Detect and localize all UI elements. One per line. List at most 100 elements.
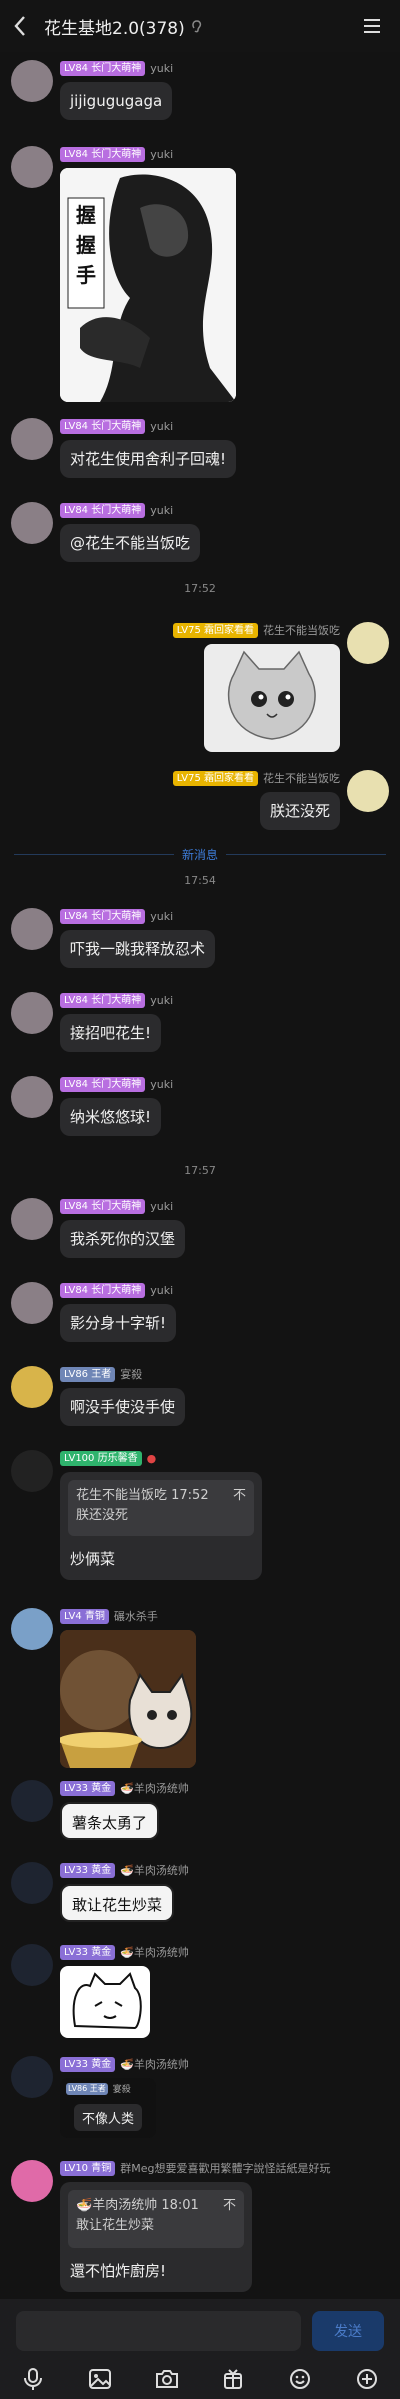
message-bubble[interactable]: 对花生使用舍利子回魂! [60, 440, 237, 478]
level-badge: LV75 霜回家看看 [172, 622, 258, 638]
cat-sticker[interactable] [204, 644, 340, 752]
sender-name: 花生不能当饭吃 [263, 624, 340, 637]
sender-meta: LV84 长门大萌神 yuki [60, 502, 173, 518]
avatar[interactable] [11, 1282, 53, 1324]
cat-face-illustration [227, 650, 316, 740]
message-item: LV33 黄金 🍜羊肉汤统帅 敢让花生炒菜 [0, 1858, 400, 1928]
level-badge: LV84 长门大萌神 [60, 146, 146, 162]
quote-body: 朕还没死 [76, 1508, 129, 1523]
message-bubble[interactable]: 啊没手使没手使 [60, 1388, 186, 1426]
message-item: LV84 长门大萌神 yuki 我杀死你的汉堡 [0, 1194, 400, 1264]
avatar[interactable] [347, 770, 389, 812]
message-input[interactable] [16, 2311, 301, 2351]
avatar[interactable] [11, 908, 53, 950]
message-bubble[interactable]: 敢让花生炒菜 [60, 1884, 175, 1922]
level-badge: LV84 长门大萌神 [60, 1282, 146, 1298]
manga-image[interactable]: 握握手 [60, 168, 236, 402]
strawberry-icon: ● [146, 1451, 157, 1465]
menu-icon [364, 19, 380, 33]
send-button[interactable]: 发送 [312, 2311, 384, 2351]
sender-name: 🍜羊肉汤统帅 [120, 1864, 189, 1877]
message-bubble[interactable]: 纳米悠悠球! [60, 1098, 162, 1136]
sender-name: 碾水杀手 [113, 1610, 158, 1623]
level-badge: LV4 青铜 [60, 1608, 109, 1624]
message-item: LV84 长门大萌神 yuki jijigugugaga [0, 56, 400, 126]
avatar[interactable] [11, 1076, 53, 1118]
image-icon[interactable] [86, 2365, 114, 2393]
sender-meta: LV84 长门大萌神 yuki [60, 1076, 173, 1092]
message-item: LV4 青铜 碾水杀手 [0, 1604, 400, 1774]
quote-close: 不 [222, 2198, 236, 2213]
avatar[interactable] [11, 418, 53, 460]
message-bubble[interactable]: 朕还没死 [259, 792, 340, 830]
avatar[interactable] [11, 1450, 53, 1492]
sender-name: 🍜羊肉汤统帅 [120, 2058, 189, 2071]
avatar[interactable] [11, 146, 53, 188]
cat-meme-sticker[interactable] [60, 1966, 150, 2038]
message-bubble[interactable]: jijigugugaga [60, 82, 173, 120]
cooking-illustration [60, 1630, 196, 1768]
gift-icon[interactable] [219, 2365, 247, 2393]
message-item: LV84 长门大萌神 yuki 对花生使用舍利子回魂! [0, 414, 400, 484]
sender-name: yuki [150, 1199, 174, 1213]
quoted-sender: LV86 王者 宴殺 [66, 2082, 131, 2095]
level-badge: LV33 黄金 [60, 2056, 116, 2072]
mic-icon[interactable] [19, 2365, 47, 2393]
message-item: LV33 黄金 🍜羊肉汤统帅 [0, 1940, 400, 2050]
input-toolbar [0, 2359, 400, 2399]
chat-list[interactable]: LV84 长门大萌神 yuki jijigugugaga LV84 长门大萌神 … [0, 52, 400, 2299]
message-item: LV84 长门大萌神 yuki 握握手 [0, 142, 400, 412]
sender-meta: LV84 长门大萌神 yuki [60, 60, 173, 76]
quoted-text: 不像人类 [74, 2104, 143, 2131]
sender-name: yuki [150, 419, 174, 433]
level-badge: LV86 王者 [60, 1366, 116, 1382]
message-bubble[interactable]: @花生不能当饭吃 [60, 524, 201, 562]
avatar[interactable] [11, 60, 53, 102]
sender-meta: LV84 长门大萌神 yuki [60, 908, 173, 924]
avatar[interactable] [11, 1366, 53, 1408]
quoted-message[interactable]: 花生不能当饭吃 17:52 不 朕还没死 [68, 1480, 254, 1536]
avatar[interactable] [11, 1862, 53, 1904]
message-bubble[interactable]: 影分身十字斩! [60, 1304, 177, 1342]
avatar[interactable] [11, 1944, 53, 1986]
camera-icon[interactable] [153, 2365, 181, 2393]
quote-header: 🍜羊肉汤统帅 18:01 [76, 2198, 199, 2213]
avatar[interactable] [11, 2160, 53, 2202]
quote-header: 花生不能当饭吃 17:52 [76, 1488, 209, 1503]
message-bubble[interactable]: 薯条太勇了 [60, 1802, 160, 1840]
avatar[interactable] [11, 992, 53, 1034]
avatar[interactable] [347, 622, 389, 664]
sender-name: yuki [150, 993, 174, 1007]
avatar[interactable] [11, 2056, 53, 2098]
emoji-icon[interactable] [286, 2365, 314, 2393]
reply-bubble[interactable]: 🍜羊肉汤统帅 18:01 不 敢让花生炒菜 還不怕炸廚房! [60, 2182, 252, 2292]
quoted-message[interactable]: 🍜羊肉汤统帅 18:01 不 敢让花生炒菜 [68, 2190, 244, 2248]
timestamp-separator: 17:54 [184, 874, 216, 887]
cat-cooking-image[interactable] [60, 1630, 196, 1768]
message-bubble[interactable]: 吓我一跳我释放忍术 [60, 930, 216, 968]
avatar[interactable] [11, 1608, 53, 1650]
level-badge: LV75 霜回家看看 [172, 770, 258, 786]
sender-meta: LV33 黄金 🍜羊肉汤统帅 [60, 2056, 189, 2072]
back-button[interactable] [0, 0, 40, 52]
avatar[interactable] [11, 1198, 53, 1240]
avatar[interactable] [11, 502, 53, 544]
sender-meta: LV10 青铜 群Meg想要爱喜歡用繁體字說怪話紙是好玩 [60, 2160, 330, 2176]
message-item: LV84 长门大萌神 yuki 接招吧花生! [0, 988, 400, 1058]
plus-icon[interactable] [353, 2365, 381, 2393]
level-badge: LV33 黄金 [60, 1780, 116, 1796]
sender-name: 宴殺 [120, 1368, 143, 1381]
reply-bubble[interactable]: 花生不能当饭吃 17:52 不 朕还没死 炒俩菜 [60, 1472, 262, 1580]
quoted-sticker[interactable]: LV86 王者 宴殺 不像人类 [60, 2078, 156, 2138]
message-bubble[interactable]: 我杀死你的汉堡 [60, 1220, 186, 1258]
top-bar: 花生基地2.0(378) [0, 0, 400, 52]
reply-text: 炒俩菜 [70, 1550, 116, 1568]
avatar[interactable] [11, 1780, 53, 1822]
menu-button[interactable] [352, 0, 392, 52]
ear-icon [192, 20, 201, 33]
message-item: LV75 霜回家看看 花生不能当饭吃 朕还没死 [0, 766, 400, 836]
message-bubble[interactable]: 接招吧花生! [60, 1014, 162, 1052]
sender-meta: LV33 黄金 🍜羊肉汤统帅 [60, 1944, 189, 1960]
sender-meta: LV84 长门大萌神 yuki [60, 418, 173, 434]
level-badge: LV84 长门大萌神 [60, 1076, 146, 1092]
